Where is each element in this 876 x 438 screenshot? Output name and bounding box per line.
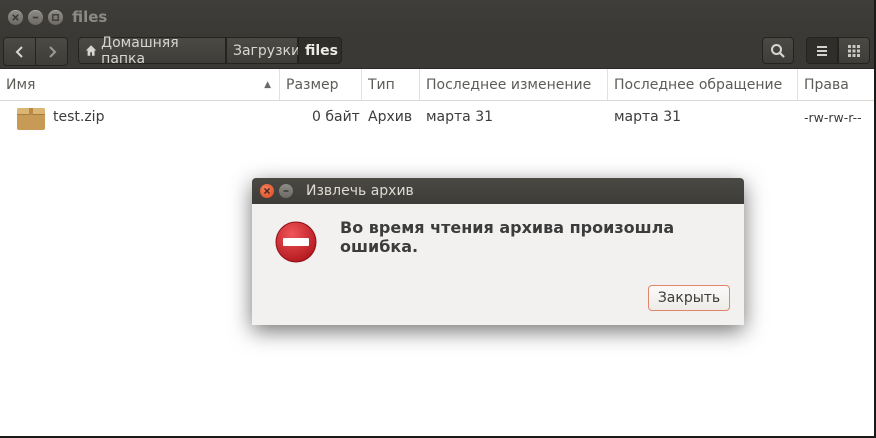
column-label: Имя — [6, 77, 36, 93]
extract-error-dialog: Извлечь архив Во время чтения архива про… — [252, 178, 744, 325]
file-size: 0 байт — [312, 109, 360, 125]
breadcrumb-label: Загрузки — [233, 42, 301, 59]
column-header-name[interactable]: Имя ▲ — [0, 69, 280, 100]
home-icon — [85, 45, 97, 56]
column-label: Последнее обращение — [614, 77, 783, 93]
column-header-size[interactable]: Размер — [280, 69, 362, 100]
breadcrumb-home[interactable]: Домашняя папка — [78, 34, 226, 67]
maximize-icon — [52, 14, 59, 21]
column-header-accessed[interactable]: Последнее обращение — [608, 69, 798, 100]
column-header-row: Имя ▲ Размер Тип Последнее изменение Пос… — [0, 69, 874, 101]
forward-button[interactable] — [35, 37, 68, 66]
file-accessed: марта 31 — [614, 109, 682, 125]
breadcrumb-label: Домашняя папка — [101, 34, 179, 67]
close-icon — [263, 187, 271, 195]
sort-ascending-icon: ▲ — [264, 80, 271, 90]
search-button[interactable] — [762, 37, 794, 64]
minimize-icon — [283, 190, 289, 192]
breadcrumb-label: files — [305, 42, 339, 59]
dialog-minimize-button[interactable] — [279, 184, 293, 198]
file-row[interactable]: test.zip 0 байт Архив марта 31 марта 31 … — [0, 101, 874, 133]
window-maximize-button[interactable] — [48, 10, 63, 25]
file-modified: марта 31 — [426, 109, 494, 125]
dialog-message: Во время чтения архива произошла ошибка. — [340, 218, 675, 256]
file-permissions: -rw-rw-r-- — [804, 110, 862, 125]
close-dialog-button[interactable]: Закрыть — [648, 285, 730, 311]
column-label: Тип — [368, 77, 395, 93]
window-minimize-button[interactable] — [28, 10, 43, 25]
chevron-right-icon — [48, 45, 56, 58]
dialog-titlebar: Извлечь архив — [252, 178, 744, 204]
column-header-type[interactable]: Тип — [362, 69, 420, 100]
grid-view-icon — [848, 44, 860, 57]
column-label: Последнее изменение — [426, 77, 592, 93]
dialog-close-button[interactable] — [260, 184, 274, 198]
minimize-icon — [32, 16, 39, 19]
file-manager-window: files Домашняя папка Загрузки files Имя … — [0, 0, 876, 438]
grid-view-button[interactable] — [838, 37, 870, 64]
breadcrumb-files[interactable]: files — [298, 37, 342, 64]
file-name: test.zip — [53, 109, 105, 125]
column-label: Размер — [286, 77, 339, 93]
dialog-title: Извлечь архив — [306, 183, 414, 199]
column-header-permissions[interactable]: Права — [798, 69, 874, 100]
column-header-modified[interactable]: Последнее изменение — [420, 69, 608, 100]
list-view-button[interactable] — [806, 37, 838, 64]
column-label: Права — [804, 77, 849, 93]
toolbar: Домашняя папка Загрузки files — [0, 34, 874, 69]
back-button[interactable] — [3, 37, 36, 66]
chevron-left-icon — [15, 45, 23, 58]
archive-icon — [17, 108, 45, 130]
window-titlebar: files — [0, 0, 874, 34]
window-title: files — [72, 8, 108, 26]
search-icon — [771, 43, 785, 58]
breadcrumb-downloads[interactable]: Загрузки — [226, 37, 301, 64]
error-icon — [275, 221, 317, 263]
file-type: Архив — [368, 109, 413, 125]
close-icon — [12, 14, 19, 21]
window-close-button[interactable] — [8, 10, 23, 25]
list-view-icon — [817, 45, 827, 56]
